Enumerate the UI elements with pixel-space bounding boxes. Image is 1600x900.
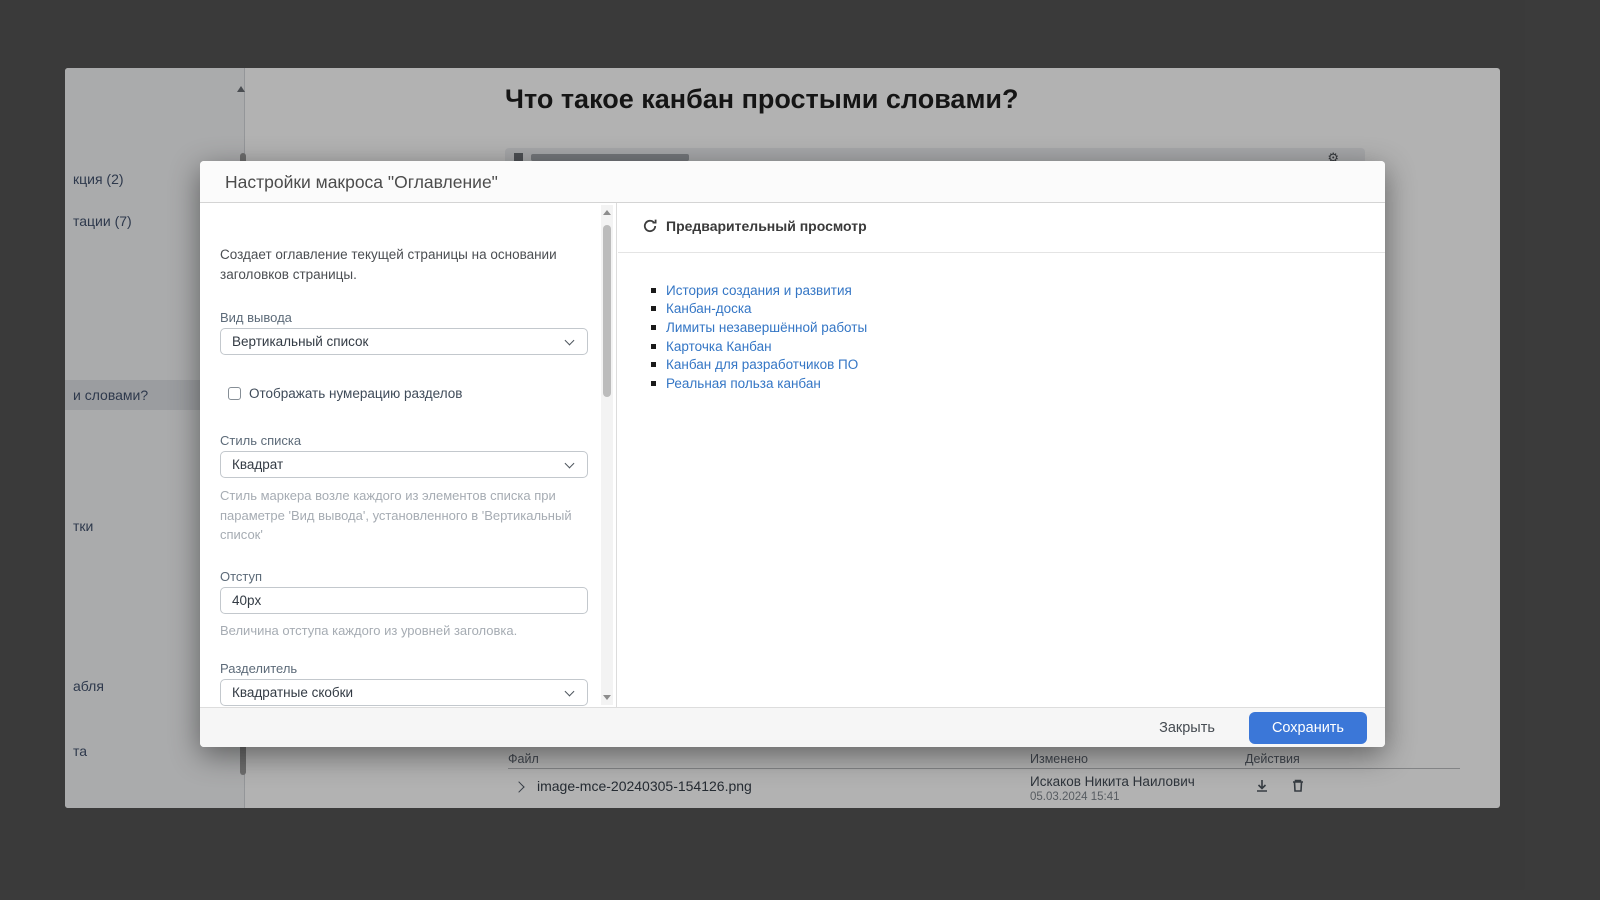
square-bullet-icon	[651, 325, 656, 330]
toc-link[interactable]: Реальная польза канбан	[666, 376, 821, 391]
scrollbar-thumb[interactable]	[603, 225, 611, 397]
separator-value: Квадратные скобки	[232, 685, 353, 700]
toc-link[interactable]: Лимиты незавершённой работы	[666, 320, 867, 335]
numbering-checkbox-label: Отображать нумерацию разделов	[249, 386, 462, 401]
chevron-down-icon	[565, 459, 575, 469]
square-bullet-icon	[651, 344, 656, 349]
macro-description: Создает оглавление текущей страницы на о…	[220, 245, 582, 284]
square-bullet-icon	[651, 381, 656, 386]
list-item: История создания и развития	[651, 281, 867, 300]
list-style-select[interactable]: Квадрат	[220, 451, 588, 478]
output-kind-select[interactable]: Вертикальный список	[220, 328, 588, 355]
macro-settings-dialog: Настройки макроса "Оглавление" Создает о…	[200, 161, 1385, 747]
toc-link[interactable]: История создания и развития	[666, 283, 852, 298]
chevron-down-icon	[565, 336, 575, 346]
toc-link[interactable]: Карточка Канбан	[666, 339, 772, 354]
screen: кция (2) тации (7) и словами? тки абля т…	[0, 0, 1600, 900]
square-bullet-icon	[651, 306, 656, 311]
preview-header: Предварительный просмотр	[642, 218, 867, 234]
close-button[interactable]: Закрыть	[1159, 720, 1215, 736]
output-kind-label: Вид вывода	[220, 310, 292, 325]
square-bullet-icon	[651, 362, 656, 367]
preview-pane: Предварительный просмотр История создани…	[618, 203, 1385, 707]
indent-input[interactable]: 40px	[220, 587, 588, 614]
toc-link[interactable]: Канбан-доска	[666, 301, 752, 316]
list-item: Канбан-доска	[651, 300, 867, 319]
separator-label: Разделитель	[220, 661, 297, 676]
save-button[interactable]: Сохранить	[1249, 712, 1367, 744]
indent-help: Величина отступа каждого из уровней заго…	[220, 621, 584, 641]
toc-preview-list: История создания и развития Канбан-доска…	[651, 281, 867, 393]
separator-select[interactable]: Квадратные скобки	[220, 679, 588, 706]
dialog-header: Настройки макроса "Оглавление"	[200, 161, 1385, 203]
scroll-up-icon[interactable]	[603, 210, 611, 215]
list-style-help: Стиль маркера возле каждого из элементов…	[220, 486, 584, 545]
square-bullet-icon	[651, 288, 656, 293]
scroll-down-icon[interactable]	[603, 695, 611, 700]
numbering-checkbox[interactable]	[228, 387, 241, 400]
dialog-body: Создает оглавление текущей страницы на о…	[200, 203, 1385, 707]
preview-header-label: Предварительный просмотр	[666, 218, 867, 234]
output-kind-value: Вертикальный список	[232, 334, 368, 349]
list-item: Лимиты незавершённой работы	[651, 318, 867, 337]
dialog-title: Настройки макроса "Оглавление"	[225, 172, 498, 193]
list-item: Карточка Канбан	[651, 337, 867, 356]
toc-link[interactable]: Канбан для разработчиков ПО	[666, 357, 858, 372]
list-style-label: Стиль списка	[220, 433, 301, 448]
refresh-icon[interactable]	[642, 218, 658, 234]
list-style-value: Квадрат	[232, 457, 283, 472]
indent-label: Отступ	[220, 569, 262, 584]
dialog-footer: Закрыть Сохранить	[200, 707, 1385, 747]
preview-divider	[618, 252, 1385, 253]
macro-form-pane: Создает оглавление текущей страницы на о…	[200, 203, 617, 707]
numbering-checkbox-row[interactable]: Отображать нумерацию разделов	[228, 386, 462, 401]
list-item: Канбан для разработчиков ПО	[651, 355, 867, 374]
list-item: Реальная польза канбан	[651, 374, 867, 393]
chevron-down-icon	[565, 687, 575, 697]
form-scrollbar[interactable]	[601, 205, 613, 705]
